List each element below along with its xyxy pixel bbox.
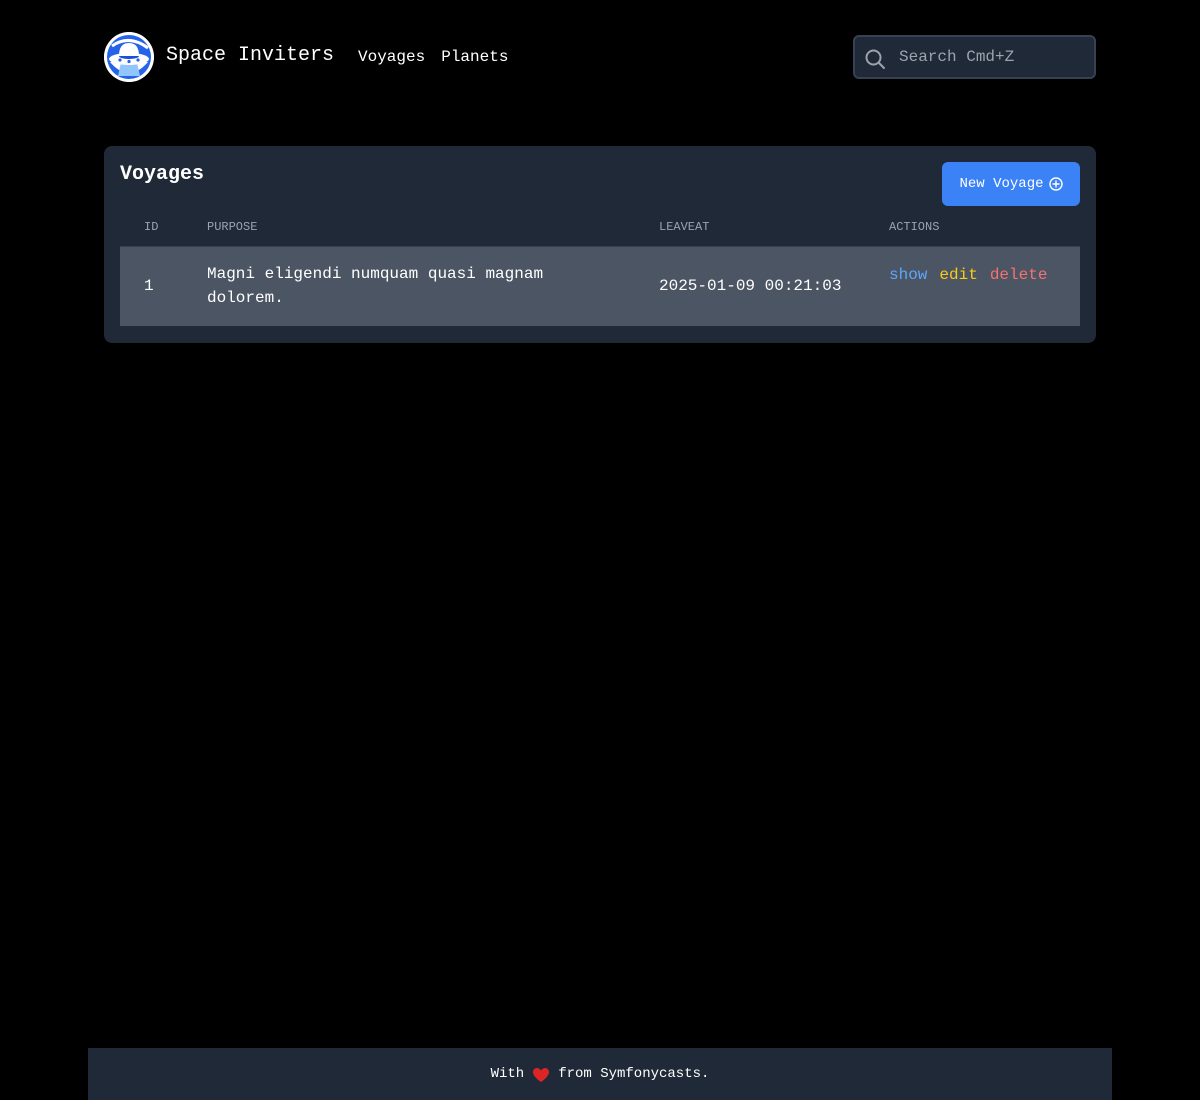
new-voyage-label: New Voyage bbox=[959, 176, 1044, 192]
heart-icon bbox=[532, 1067, 550, 1083]
show-link[interactable]: show bbox=[889, 266, 927, 284]
footer-suffix: from Symfonycasts. bbox=[558, 1066, 710, 1082]
delete-link[interactable]: delete bbox=[990, 266, 1048, 284]
footer-prefix: With bbox=[490, 1066, 525, 1082]
nav-link-planets[interactable]: Planets bbox=[441, 47, 508, 67]
search-input[interactable] bbox=[897, 37, 1087, 77]
new-voyage-button[interactable]: New Voyage bbox=[942, 162, 1080, 206]
search-icon bbox=[864, 48, 886, 70]
top-navbar: Space Inviters Voyages Planets bbox=[104, 31, 1096, 83]
table-row: 1 Magni eligendi numquam quasi magnam do… bbox=[120, 246, 1080, 326]
column-header-purpose: Purpose bbox=[183, 208, 635, 247]
main-nav: Voyages Planets bbox=[358, 47, 508, 67]
ufo-icon[interactable] bbox=[104, 32, 154, 82]
cell-id: 1 bbox=[120, 246, 183, 326]
cell-purpose: Magni eligendi numquam quasi magnam dolo… bbox=[183, 246, 635, 326]
cell-actions: show edit delete bbox=[865, 246, 1080, 326]
voyages-table: Id Purpose LeaveAt Actions 1 Magni elige… bbox=[120, 208, 1080, 326]
column-header-leaveat: LeaveAt bbox=[635, 208, 865, 247]
cell-leaveat: 2025-01-09 00:21:03 bbox=[635, 246, 865, 326]
column-header-actions: Actions bbox=[865, 208, 1080, 247]
page-title: Voyages bbox=[120, 163, 205, 186]
voyages-panel: Voyages New Voyage Id Purpose LeaveAt Ac… bbox=[104, 146, 1096, 343]
brand-name[interactable]: Space Inviters bbox=[166, 43, 334, 69]
search-box bbox=[853, 35, 1096, 79]
nav-link-voyages[interactable]: Voyages bbox=[358, 47, 425, 67]
edit-link[interactable]: edit bbox=[939, 266, 977, 284]
plus-circle-icon bbox=[1048, 177, 1063, 191]
footer: With from Symfonycasts. bbox=[88, 1048, 1112, 1100]
column-header-id: Id bbox=[120, 208, 183, 247]
purpose-text: Magni eligendi numquam quasi magnam dolo… bbox=[207, 265, 544, 308]
table-header-row: Id Purpose LeaveAt Actions bbox=[120, 208, 1080, 247]
